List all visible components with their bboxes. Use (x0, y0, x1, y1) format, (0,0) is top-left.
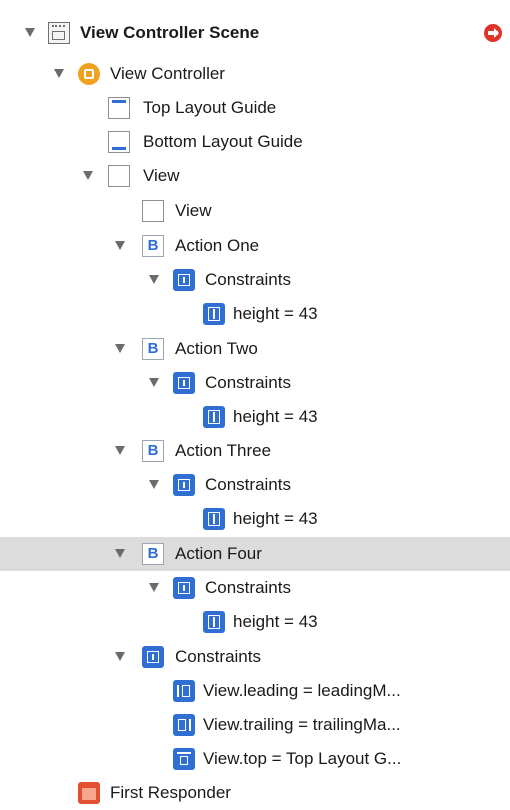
subview-label: View (175, 201, 212, 220)
constraints-icon (173, 269, 195, 291)
height-constraint-icon (203, 406, 225, 428)
height-constraint-icon (203, 508, 225, 530)
constraints-icon (173, 474, 195, 496)
constraint-label: View.leading = leadingM... (203, 681, 401, 700)
top-layout-guide-label: Top Layout Guide (143, 98, 277, 117)
view-icon (108, 165, 130, 187)
disclosure-triangle-icon[interactable] (83, 171, 93, 180)
outline-row-button[interactable]: B Action One (0, 229, 510, 263)
height-constraint-label: height = 43 (233, 304, 318, 323)
button-icon: B (142, 338, 164, 360)
first-responder-icon (78, 782, 100, 804)
button-label: Action Four (175, 544, 262, 563)
view-controller-icon (78, 63, 100, 85)
constraint-label: View.top = Top Layout G... (203, 749, 402, 768)
bottom-layout-guide-icon (108, 131, 130, 153)
height-constraint-label: height = 43 (233, 407, 318, 426)
outline-row-first-responder[interactable]: First Responder (0, 776, 510, 810)
outline-row-height-constraint[interactable]: height = 43 (0, 297, 510, 331)
outline-row-view-constraints[interactable]: Constraints (0, 640, 510, 674)
outline-row-height-constraint[interactable]: height = 43 (0, 400, 510, 434)
disclosure-triangle-icon[interactable] (149, 583, 159, 592)
disclosure-triangle-icon[interactable] (149, 378, 159, 387)
view-controller-label: View Controller (110, 64, 225, 83)
outline-row-button[interactable]: B Action Three (0, 434, 510, 468)
outline-row-height-constraint[interactable]: height = 43 (0, 502, 510, 536)
disclosure-triangle-icon[interactable] (115, 549, 125, 558)
outline-row-subview[interactable]: View (0, 194, 510, 228)
constraints-icon (173, 372, 195, 394)
height-constraint-label: height = 43 (233, 612, 318, 631)
leading-constraint-icon (173, 680, 195, 702)
outline-row-top-constraint[interactable]: View.top = Top Layout G... (0, 742, 510, 776)
button-label: Action Three (175, 441, 272, 460)
outline-row-height-constraint[interactable]: height = 43 (0, 605, 510, 639)
outline-row-button[interactable]: B Action Two (0, 332, 510, 366)
constraints-icon (142, 646, 164, 668)
trailing-constraint-icon (173, 714, 195, 736)
constraints-icon (173, 577, 195, 599)
disclosure-triangle-icon[interactable] (115, 652, 125, 661)
first-responder-label: First Responder (110, 783, 231, 802)
button-label: Action Two (175, 339, 258, 358)
disclosure-triangle-icon[interactable] (149, 275, 159, 284)
outline-row-constraints[interactable]: Constraints (0, 571, 510, 605)
warning-arrow-icon[interactable] (484, 24, 502, 42)
disclosure-triangle-icon[interactable] (25, 28, 35, 37)
document-outline: View Controller Scene View Controller To… (0, 0, 510, 804)
top-constraint-icon (173, 748, 195, 770)
constraints-label: Constraints (205, 578, 291, 597)
outline-row-constraints[interactable]: Constraints (0, 366, 510, 400)
constraints-label: Constraints (205, 475, 291, 494)
button-icon: B (142, 543, 164, 565)
constraint-label: View.trailing = trailingMa... (203, 715, 401, 734)
outline-row-button-selected[interactable]: B Action Four (0, 537, 510, 571)
outline-row-trailing-constraint[interactable]: View.trailing = trailingMa... (0, 708, 510, 742)
outline-row-view-controller[interactable]: View Controller (0, 57, 510, 91)
button-label: Action One (175, 236, 260, 255)
scene-icon (48, 22, 70, 44)
height-constraint-icon (203, 611, 225, 633)
scene-label: View Controller Scene (80, 23, 260, 42)
outline-row-bottom-layout-guide[interactable]: Bottom Layout Guide (0, 125, 510, 159)
disclosure-triangle-icon[interactable] (149, 480, 159, 489)
button-icon: B (142, 235, 164, 257)
bottom-layout-guide-label: Bottom Layout Guide (143, 132, 303, 151)
disclosure-triangle-icon[interactable] (115, 241, 125, 250)
height-constraint-icon (203, 303, 225, 325)
outline-row-scene[interactable]: View Controller Scene (0, 16, 510, 50)
constraints-label: Constraints (205, 373, 291, 392)
disclosure-triangle-icon[interactable] (115, 446, 125, 455)
view-icon (142, 200, 164, 222)
height-constraint-label: height = 43 (233, 509, 318, 528)
outline-row-view[interactable]: View (0, 159, 510, 193)
outline-row-constraints[interactable]: Constraints (0, 468, 510, 502)
disclosure-triangle-icon[interactable] (54, 69, 64, 78)
top-layout-guide-icon (108, 97, 130, 119)
disclosure-triangle-icon[interactable] (115, 344, 125, 353)
view-label: View (143, 166, 180, 185)
outline-row-top-layout-guide[interactable]: Top Layout Guide (0, 91, 510, 125)
button-icon: B (142, 440, 164, 462)
view-constraints-label: Constraints (175, 647, 261, 666)
outline-row-leading-constraint[interactable]: View.leading = leadingM... (0, 674, 510, 708)
outline-row-constraints[interactable]: Constraints (0, 263, 510, 297)
constraints-label: Constraints (205, 270, 291, 289)
